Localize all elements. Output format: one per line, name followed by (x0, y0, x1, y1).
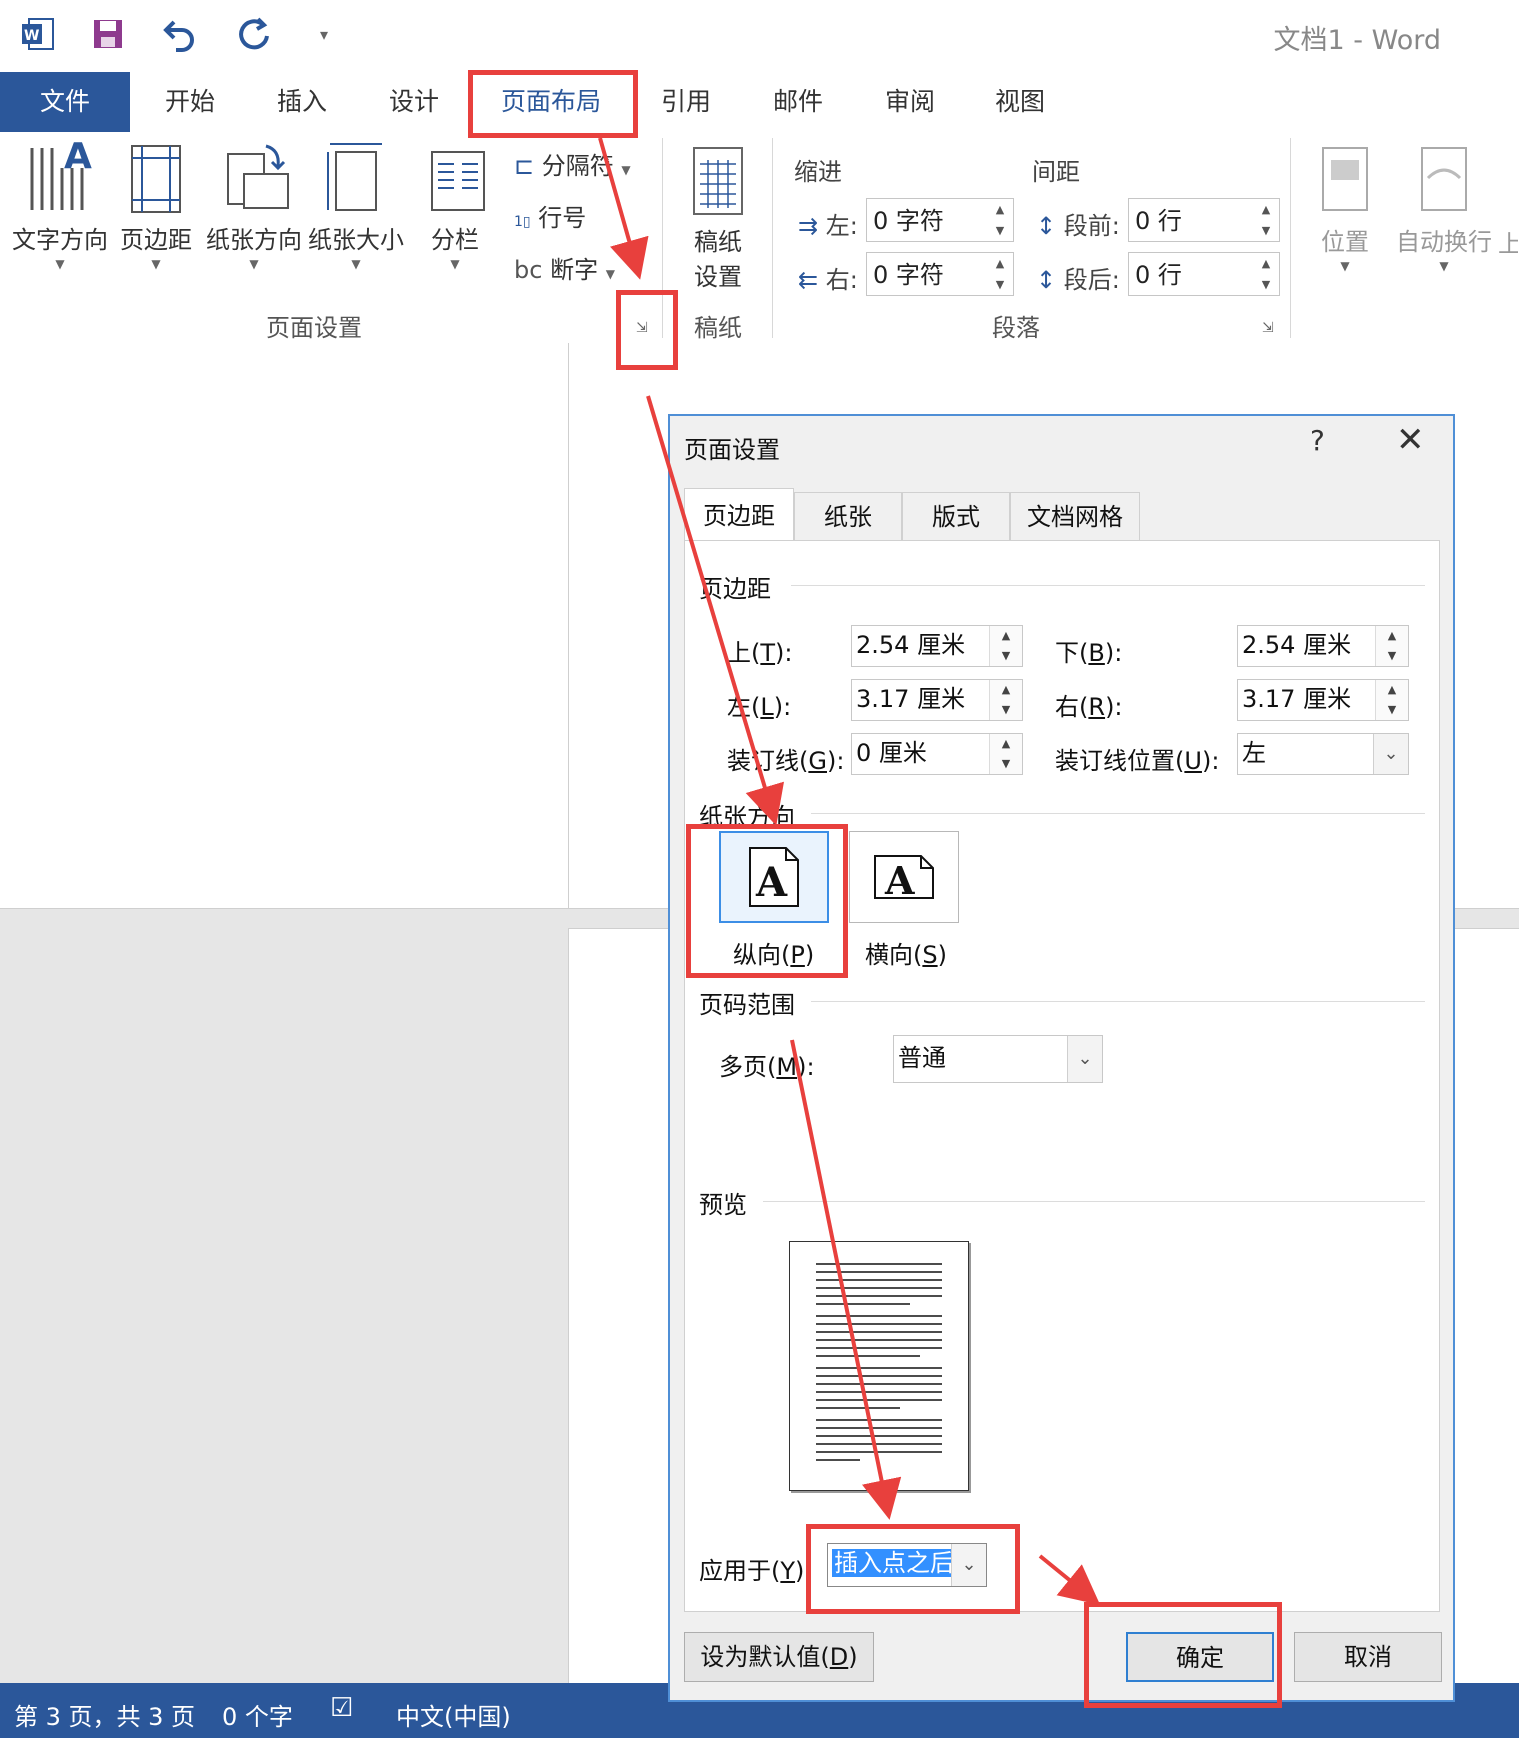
annotation-arrows (598, 137, 1101, 1606)
